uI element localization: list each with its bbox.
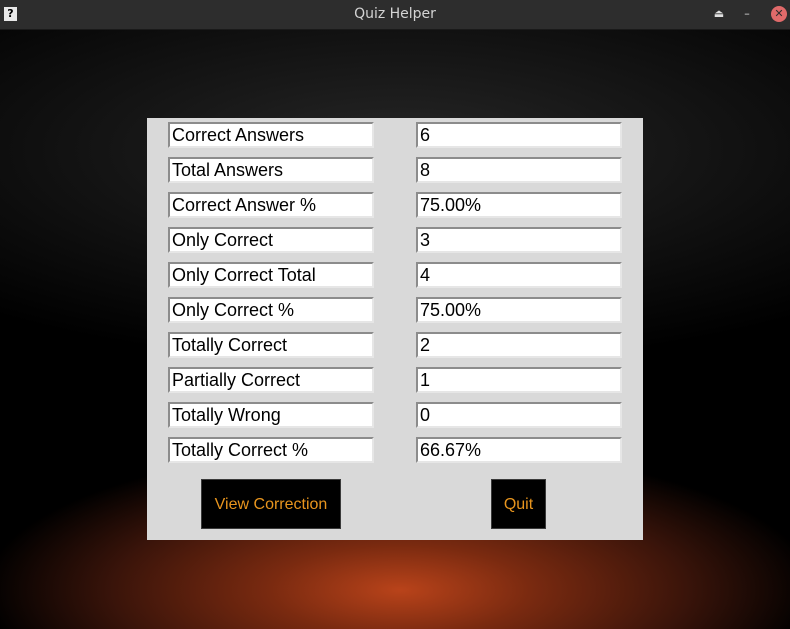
window-title: Quiz Helper: [354, 6, 436, 22]
stat-label: Correct Answers: [168, 122, 374, 148]
stat-label: Totally Correct: [168, 332, 374, 358]
stat-label: Correct Answer %: [168, 192, 374, 218]
stat-label: Only Correct: [168, 227, 374, 253]
minimize-icon[interactable]: –: [739, 6, 755, 22]
stat-value-field[interactable]: 6: [416, 122, 622, 148]
title-bar: ? Quiz Helper ⏏ – ✕: [0, 0, 790, 30]
stat-label: Totally Wrong: [168, 402, 374, 428]
stat-label: Total Answers: [168, 157, 374, 183]
stat-value-field[interactable]: 8: [416, 157, 622, 183]
stat-value-field[interactable]: 1: [416, 367, 622, 393]
view-correction-button[interactable]: View Correction: [201, 479, 341, 529]
stat-value-field[interactable]: 66.67%: [416, 437, 622, 463]
stat-value-field[interactable]: 75.00%: [416, 192, 622, 218]
close-icon[interactable]: ✕: [771, 6, 787, 22]
quit-button[interactable]: Quit: [491, 479, 546, 529]
stat-label: Totally Correct %: [168, 437, 374, 463]
stat-label: Only Correct %: [168, 297, 374, 323]
stat-label: Partially Correct: [168, 367, 374, 393]
stat-value-field[interactable]: 4: [416, 262, 622, 288]
eject-icon[interactable]: ⏏: [711, 6, 727, 22]
stat-label: Only Correct Total: [168, 262, 374, 288]
stat-value-field[interactable]: 75.00%: [416, 297, 622, 323]
stat-value-field[interactable]: 2: [416, 332, 622, 358]
results-panel: Correct Answers 6 Total Answers 8 Correc…: [147, 118, 643, 540]
stat-value-field[interactable]: 0: [416, 402, 622, 428]
stat-value-field[interactable]: 3: [416, 227, 622, 253]
